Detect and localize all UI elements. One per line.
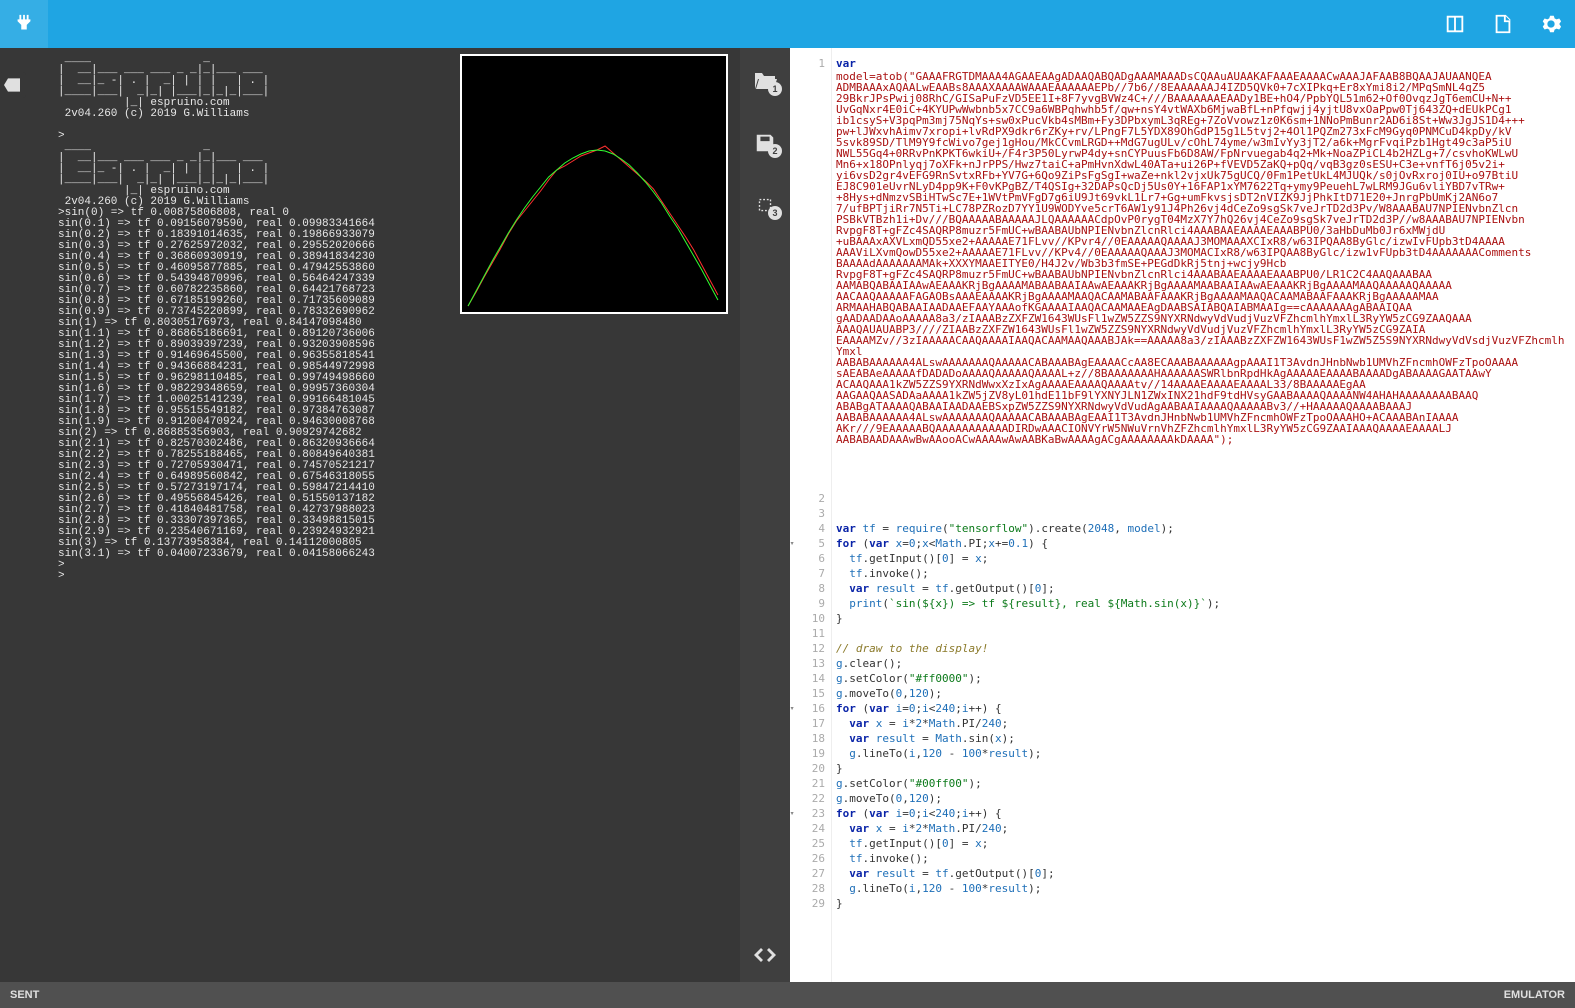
code-icon [753,945,777,965]
layout-button[interactable] [1431,0,1479,48]
code-content[interactable]: varmodel=atob("GAAAFRGTDMAAA4AGAAEAAgADA… [832,48,1575,982]
docs-button[interactable] [1479,0,1527,48]
status-bar: SENT EMULATOR [0,982,1575,1008]
book-icon [1492,13,1514,35]
code-editor[interactable]: 1234567891011121314151617181920212223242… [790,48,1575,982]
flash-button[interactable]: 3 [752,192,778,218]
gear-icon [1540,13,1562,35]
settings-button[interactable] [1527,0,1575,48]
code-mode-button[interactable] [752,942,778,968]
graph-preview[interactable] [460,54,728,314]
plug-icon [13,13,35,35]
connect-button[interactable] [0,0,48,48]
status-left: SENT [10,989,39,1001]
open-file-button[interactable]: 1 [752,68,778,94]
side-toolbar: 1 2 3 [740,48,790,982]
open-badge: 1 [768,82,782,96]
close-terminal-button[interactable] [0,72,26,98]
top-toolbar [0,0,1575,48]
save-file-button[interactable]: 2 [752,130,778,156]
flash-badge: 3 [768,206,782,220]
terminal-pane: ____ _ | __|___ ___ ___ _ _|_|___ ___ | … [0,48,740,982]
status-right: EMULATOR [1504,989,1565,1001]
split-icon [1444,13,1466,35]
save-badge: 2 [768,144,782,158]
close-tab-icon [4,78,20,92]
line-gutter: 1234567891011121314151617181920212223242… [790,48,832,982]
